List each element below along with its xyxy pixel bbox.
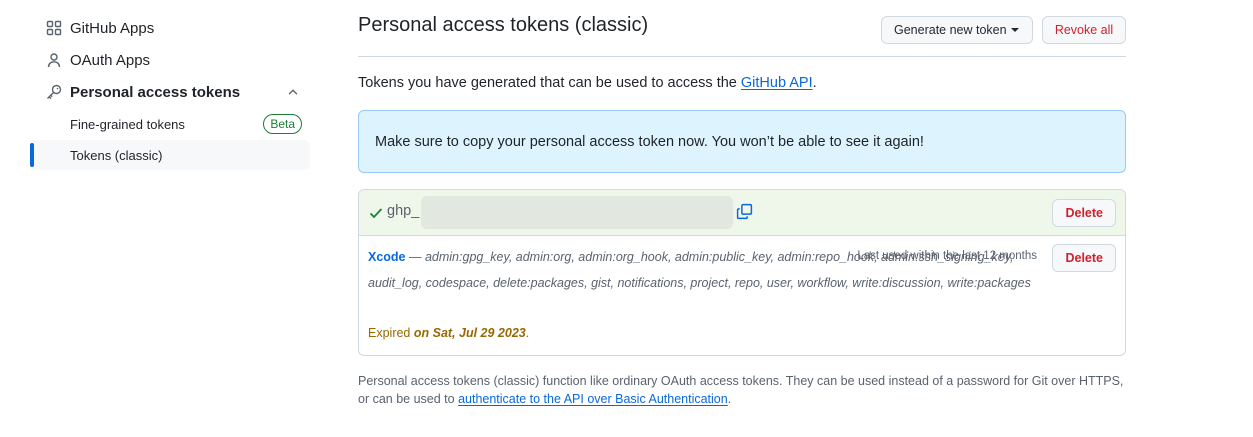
token-row: Xcode — admin:gpg_key, admin:org, admin:… [359, 236, 1125, 355]
expired-prefix: Expired [368, 326, 414, 340]
generate-new-token-button[interactable]: Generate new token [881, 16, 1033, 44]
token-value-redacted [421, 196, 733, 229]
delete-token-button[interactable]: Delete [1052, 244, 1116, 272]
page-header: Personal access tokens (classic) Generat… [358, 0, 1126, 57]
footnote: Personal access tokens (classic) functio… [358, 372, 1126, 408]
caret-down-icon [1010, 28, 1019, 32]
intro-text-body: Tokens you have generated that can be us… [358, 75, 741, 91]
page-title: Personal access tokens (classic) [358, 14, 649, 36]
expired-date: on Sat, Jul 29 2023 [413, 326, 526, 340]
sidebar-item-label: OAuth Apps [70, 51, 151, 69]
sidebar-item-tokens-classic[interactable]: Tokens (classic) [30, 140, 310, 170]
sidebar-item-personal-access-tokens[interactable]: Personal access tokens [30, 76, 310, 108]
settings-sidebar: GitHub Apps OAuth Apps Personal access t… [30, 12, 310, 170]
sidebar-item-label: GitHub Apps [70, 19, 155, 37]
intro-suffix: . [812, 75, 817, 91]
token-prefix: ghp_ [387, 203, 420, 219]
apps-icon [46, 20, 62, 36]
delete-new-token-button[interactable]: Delete [1052, 199, 1116, 227]
token-expiry: Expired on Sat, Jul 29 2023. [368, 326, 529, 340]
token-list: ghp_ Delete Xcode — admin:gpg_key, admin… [358, 189, 1126, 356]
sidebar-item-fine-grained-tokens[interactable]: Fine-grained tokens Beta [30, 109, 310, 139]
person-icon [46, 52, 62, 68]
sidebar-item-label: Personal access tokens [70, 83, 241, 101]
key-icon [46, 84, 62, 100]
basic-auth-link[interactable]: authenticate to the API over Basic Authe… [458, 392, 728, 406]
sidebar-subitem-label: Fine-grained tokens [70, 116, 185, 132]
check-icon [368, 205, 384, 221]
generate-new-token-label: Generate new token [894, 23, 1007, 37]
flash-message: Make sure to copy your personal access t… [375, 133, 924, 150]
footnote-suffix: . [727, 392, 732, 406]
token-separator: — [405, 250, 425, 264]
chevron-up-icon[interactable] [286, 85, 300, 99]
expired-suffix: . [525, 326, 530, 340]
revoke-all-button[interactable]: Revoke all [1042, 16, 1126, 44]
new-token-row: ghp_ Delete [359, 190, 1125, 236]
token-name-link[interactable]: Xcode [368, 250, 406, 264]
main-content: Personal access tokens (classic) Generat… [358, 0, 1126, 406]
intro-text: Tokens you have generated that can be us… [358, 75, 817, 91]
sidebar-item-github-apps[interactable]: GitHub Apps [30, 12, 310, 44]
beta-badge: Beta [263, 114, 302, 134]
sidebar-item-oauth-apps[interactable]: OAuth Apps [30, 44, 310, 76]
sidebar-subitem-label: Tokens (classic) [70, 147, 163, 163]
github-api-link[interactable]: GitHub API [741, 75, 813, 91]
token-last-used: Last used within the last 12 months [857, 250, 1037, 262]
copy-token-flash: Make sure to copy your personal access t… [358, 110, 1126, 173]
copy-icon[interactable] [736, 203, 753, 220]
